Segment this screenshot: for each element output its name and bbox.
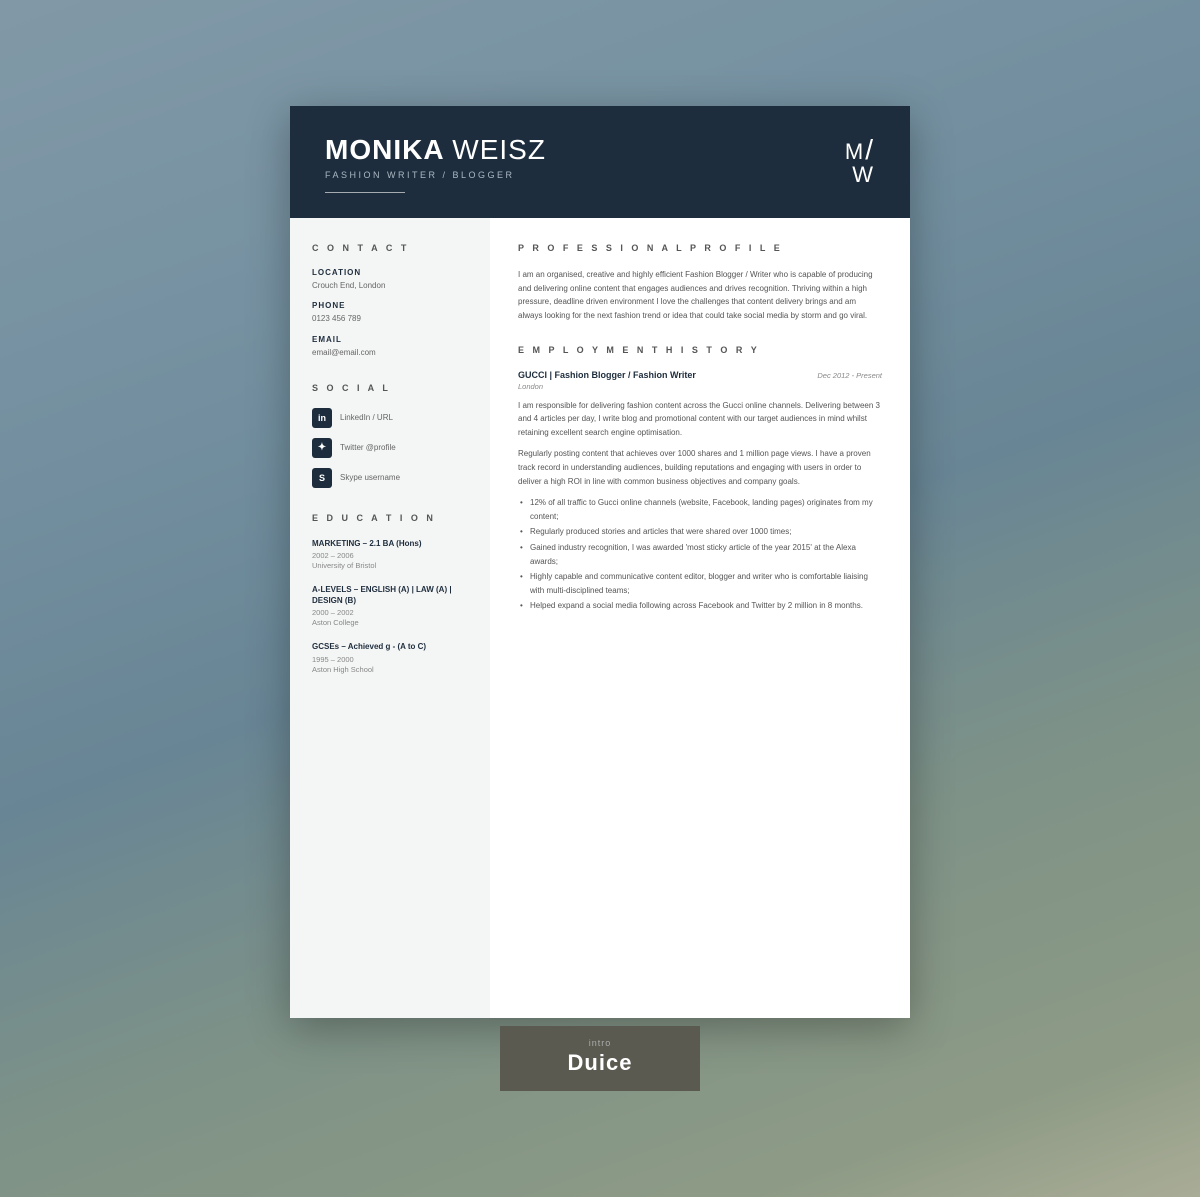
branding-name: Duice: [520, 1050, 680, 1076]
branding-bar: intro Duice: [500, 1026, 700, 1091]
header-left: MONIKA WEISZ FASHION WRITER / BLOGGER: [325, 136, 546, 194]
contact-section-title: C O N T A C T: [312, 243, 468, 253]
skype-item: S Skype username: [312, 468, 468, 488]
bullet-1: 12% of all traffic to Gucci online chann…: [518, 496, 882, 523]
email-label: EMAIL: [312, 335, 468, 344]
location-label: LOCATION: [312, 268, 468, 277]
twitter-item: ✦ Twitter @profile: [312, 438, 468, 458]
twitter-icon: ✦: [312, 438, 332, 458]
resume-header: MONIKA WEISZ FASHION WRITER / BLOGGER M/…: [290, 106, 910, 219]
edu-year-2: 2000 – 2002: [312, 608, 468, 617]
edu-year-1: 2002 – 2006: [312, 551, 468, 560]
job-title: GUCCI | Fashion Blogger / Fashion Writer: [518, 370, 696, 380]
profile-section: P R O F E S S I O N A L P R O F I L E I …: [518, 243, 882, 322]
header-title: FASHION WRITER / BLOGGER: [325, 170, 546, 180]
branding-intro: intro: [520, 1038, 680, 1048]
bullet-2: Regularly produced stories and articles …: [518, 525, 882, 539]
header-monogram: M/ W: [845, 136, 875, 186]
bullet-5: Helped expand a social media following a…: [518, 599, 882, 613]
linkedin-icon: in: [312, 408, 332, 428]
job-desc-2: Regularly posting content that achieves …: [518, 447, 882, 488]
phone-label: PHONE: [312, 301, 468, 310]
contact-section: C O N T A C T LOCATION Crouch End, Londo…: [312, 243, 468, 358]
job-desc-1: I am responsible for delivering fashion …: [518, 399, 882, 440]
email-value: email@email.com: [312, 347, 468, 358]
education-section-title: E D U C A T I O N: [312, 513, 468, 523]
edu-school-2: Aston College: [312, 618, 468, 627]
resume-paper: MONIKA WEISZ FASHION WRITER / BLOGGER M/…: [290, 106, 910, 1019]
edu-item-3: GCSEs – Achieved g - (A to C) 1995 – 200…: [312, 641, 468, 673]
edu-item-1: MARKETING – 2.1 BA (Hons) 2002 – 2006 Un…: [312, 538, 468, 570]
profile-text: I am an organised, creative and highly e…: [518, 268, 882, 322]
twitter-text: Twitter @profile: [340, 443, 396, 452]
employment-section-title: E M P L O Y M E N T H I S T O R Y: [518, 345, 882, 355]
header-line: [325, 192, 405, 194]
last-name: WEISZ: [452, 134, 546, 165]
resume-sidebar: C O N T A C T LOCATION Crouch End, Londo…: [290, 218, 490, 1018]
resume-main: P R O F E S S I O N A L P R O F I L E I …: [490, 218, 910, 1018]
job-bullets: 12% of all traffic to Gucci online chann…: [518, 496, 882, 613]
monogram-slash: /: [865, 134, 875, 165]
social-section-title: S O C I A L: [312, 383, 468, 393]
social-section: S O C I A L in LinkedIn / URL ✦ Twitter …: [312, 383, 468, 488]
edu-school-1: University of Bristol: [312, 561, 468, 570]
job-date: Dec 2012 - Present: [817, 371, 882, 380]
skype-text: Skype username: [340, 473, 400, 482]
location-value: Crouch End, London: [312, 280, 468, 291]
edu-title-1: MARKETING – 2.1 BA (Hons): [312, 538, 468, 549]
edu-title-2: A-LEVELS – ENGLISH (A) | LAW (A) | DESIG…: [312, 584, 468, 606]
profile-section-title: P R O F E S S I O N A L P R O F I L E: [518, 243, 882, 253]
edu-year-3: 1995 – 2000: [312, 655, 468, 664]
linkedin-text: LinkedIn / URL: [340, 413, 393, 422]
education-section: E D U C A T I O N MARKETING – 2.1 BA (Ho…: [312, 513, 468, 674]
first-name: MONIKA: [325, 134, 452, 165]
edu-title-3: GCSEs – Achieved g - (A to C): [312, 641, 468, 652]
edu-school-3: Aston High School: [312, 665, 468, 674]
phone-value: 0123 456 789: [312, 313, 468, 324]
resume-wrapper: MONIKA WEISZ FASHION WRITER / BLOGGER M/…: [290, 106, 910, 1092]
job-header: GUCCI | Fashion Blogger / Fashion Writer…: [518, 370, 882, 380]
employment-section: E M P L O Y M E N T H I S T O R Y GUCCI …: [518, 345, 882, 613]
monogram-top: M: [845, 139, 865, 164]
monogram-bottom: W: [852, 162, 875, 187]
linkedin-item: in LinkedIn / URL: [312, 408, 468, 428]
skype-icon: S: [312, 468, 332, 488]
resume-body: C O N T A C T LOCATION Crouch End, Londo…: [290, 218, 910, 1018]
bullet-3: Gained industry recognition, I was award…: [518, 541, 882, 568]
bullet-4: Highly capable and communicative content…: [518, 570, 882, 597]
edu-item-2: A-LEVELS – ENGLISH (A) | LAW (A) | DESIG…: [312, 584, 468, 627]
job-location: London: [518, 382, 882, 391]
header-name: MONIKA WEISZ: [325, 136, 546, 164]
